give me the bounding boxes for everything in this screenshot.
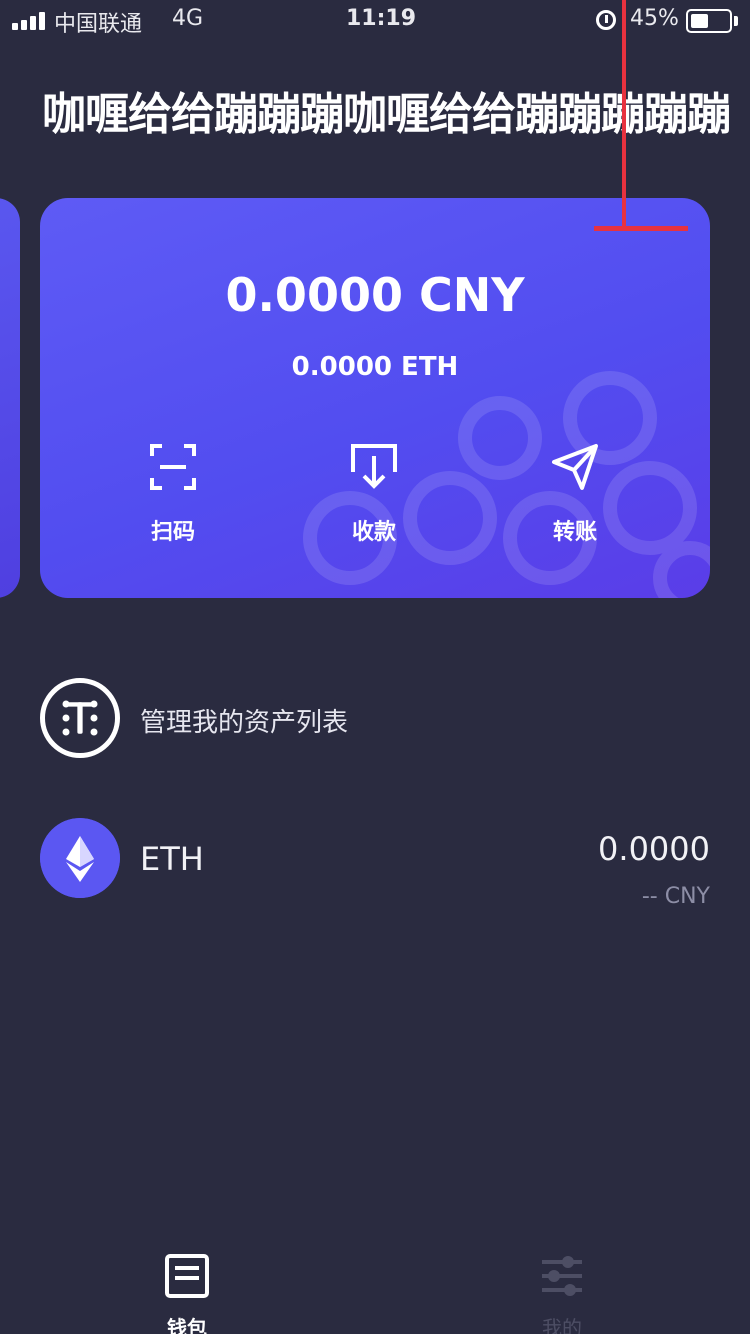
clock: 11:19 [346, 6, 417, 31]
network-type: 4G [172, 6, 204, 31]
manage-assets-icon [40, 678, 120, 758]
tab-wallet[interactable]: 钱包 [127, 1252, 247, 1334]
asset-amount: 0.0000 [598, 830, 710, 868]
tab-mine[interactable]: 我的 [502, 1252, 622, 1334]
battery-level [691, 14, 708, 28]
ethereum-icon [40, 818, 120, 898]
battery-cap [734, 16, 738, 26]
asset-row-eth[interactable]: ETH 0.0000 -- CNY [40, 818, 710, 918]
transfer-label: 转账 [552, 520, 597, 545]
alarm-icon [596, 10, 616, 30]
receive-label: 收款 [351, 520, 396, 545]
annotation-line-vertical [622, 0, 626, 228]
tab-wallet-label: 钱包 [167, 1316, 207, 1334]
scan-icon [150, 444, 196, 490]
wallet-tab-icon [165, 1254, 209, 1298]
balance-crypto: 0.0000 ETH [291, 352, 459, 382]
tab-mine-label: 我的 [542, 1316, 582, 1334]
status-bar: 中国联通 4G 11:19 45% [0, 0, 750, 42]
carrier-name: 中国联通 [54, 12, 143, 37]
battery-percent: 45% [630, 6, 679, 31]
scan-button[interactable]: 扫码 [113, 442, 233, 546]
tab-bar: 钱包 我的 [0, 1230, 750, 1334]
asset-symbol: ETH [140, 840, 204, 878]
annotation-line-horizontal [594, 226, 688, 231]
battery-icon [686, 9, 732, 33]
receive-icon [351, 444, 397, 489]
receive-button[interactable]: 收款 [314, 442, 434, 546]
manage-assets-label: 管理我的资产列表 [140, 708, 349, 738]
asset-fiat-value: -- CNY [641, 884, 710, 909]
previous-card-peek[interactable] [0, 198, 20, 598]
signal-icon [12, 12, 46, 30]
transfer-button[interactable]: 转账 [515, 442, 635, 546]
wallet-name-title: 咖喱给给蹦蹦蹦咖喱给给蹦蹦蹦蹦蹦 [42, 89, 731, 134]
wallet-card[interactable]: 0.0000 CNY 0.0000 ETH 扫码 收款 转账 [40, 198, 710, 598]
settings-sliders-icon [542, 1256, 582, 1296]
scan-label: 扫码 [150, 520, 195, 545]
manage-assets-row[interactable]: 管理我的资产列表 [40, 678, 710, 758]
send-icon [552, 444, 598, 490]
wallet-screen: 中国联通 4G 11:19 45% 咖喱给给蹦蹦蹦咖喱给给蹦蹦蹦蹦蹦 0.000… [0, 0, 750, 1334]
balance-fiat: 0.0000 CNY [225, 268, 525, 322]
